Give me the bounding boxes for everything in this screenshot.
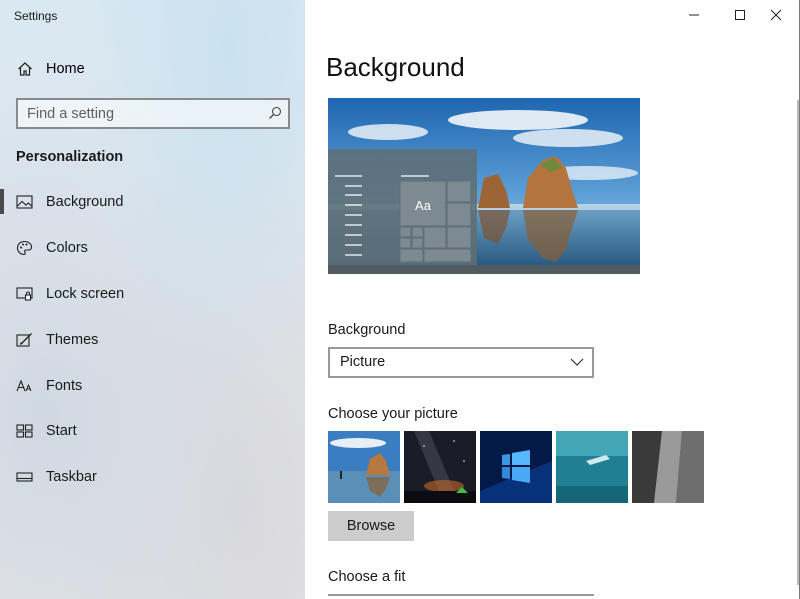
background-dropdown[interactable]: Picture bbox=[328, 347, 594, 378]
search-box[interactable] bbox=[16, 98, 290, 129]
search-icon[interactable] bbox=[268, 106, 282, 120]
lock-screen-icon bbox=[16, 287, 33, 301]
section-title: Personalization bbox=[16, 149, 124, 165]
minimize-icon bbox=[689, 14, 699, 16]
taskbar-preview bbox=[328, 265, 640, 274]
sidebar-item-fonts[interactable]: Fonts bbox=[0, 368, 305, 404]
picture-thumbnail-windows[interactable] bbox=[480, 431, 552, 503]
picture-thumbnail-milky-way[interactable] bbox=[404, 431, 476, 503]
sidebar-item-themes[interactable]: Themes bbox=[0, 322, 305, 358]
picture-thumbnail-underwater[interactable] bbox=[556, 431, 628, 503]
chevron-down-icon bbox=[570, 358, 584, 366]
app-title: Settings bbox=[14, 9, 58, 23]
choose-picture-label: Choose your picture bbox=[328, 406, 458, 422]
maximize-icon bbox=[735, 10, 745, 20]
sidebar-item-label: Background bbox=[46, 194, 124, 210]
sample-text: Aa bbox=[415, 198, 432, 213]
palette-icon bbox=[16, 240, 33, 256]
picture-icon bbox=[16, 195, 33, 209]
start-tiles-icon bbox=[16, 424, 33, 438]
sidebar-item-taskbar[interactable]: Taskbar bbox=[0, 459, 305, 495]
main-content: Background Aa Background Picture Choose … bbox=[305, 0, 800, 599]
selection-indicator bbox=[0, 189, 4, 214]
preview-image: Aa bbox=[328, 98, 640, 274]
taskbar-icon bbox=[16, 472, 33, 482]
sidebar-item-label: Colors bbox=[46, 240, 88, 256]
sidebar-item-label: Fonts bbox=[46, 378, 83, 394]
choose-fit-label: Choose a fit bbox=[328, 569, 406, 585]
sidebar-item-home[interactable]: Home bbox=[0, 54, 305, 84]
sidebar-item-label: Taskbar bbox=[46, 469, 97, 485]
close-button[interactable] bbox=[753, 0, 799, 30]
sidebar-item-background[interactable]: Background bbox=[0, 184, 305, 220]
search-input[interactable] bbox=[18, 100, 258, 127]
sidebar-item-label: Themes bbox=[46, 332, 99, 348]
picture-thumbnail-beach[interactable] bbox=[328, 431, 400, 503]
page-title: Background bbox=[326, 52, 465, 82]
minimize-button[interactable] bbox=[671, 0, 717, 30]
font-icon bbox=[16, 379, 32, 392]
background-dropdown-value: Picture bbox=[340, 354, 386, 370]
picture-thumbnails bbox=[328, 431, 708, 503]
sidebar-item-lock-screen[interactable]: Lock screen bbox=[0, 276, 305, 312]
background-label: Background bbox=[328, 322, 406, 338]
sidebar-item-label: Start bbox=[46, 423, 77, 439]
brush-icon bbox=[16, 333, 32, 347]
desktop-preview: Aa bbox=[328, 98, 640, 274]
close-icon bbox=[770, 9, 782, 21]
home-icon bbox=[18, 62, 32, 76]
home-label: Home bbox=[46, 61, 85, 77]
browse-button[interactable]: Browse bbox=[328, 511, 414, 541]
sidebar-item-colors[interactable]: Colors bbox=[0, 230, 305, 266]
sidebar: Settings Home Personalization Background bbox=[0, 0, 305, 599]
sidebar-item-label: Lock screen bbox=[46, 286, 125, 302]
fit-dropdown[interactable] bbox=[328, 594, 594, 599]
picture-thumbnail-rock[interactable] bbox=[632, 431, 704, 503]
sidebar-item-start[interactable]: Start bbox=[0, 413, 305, 449]
